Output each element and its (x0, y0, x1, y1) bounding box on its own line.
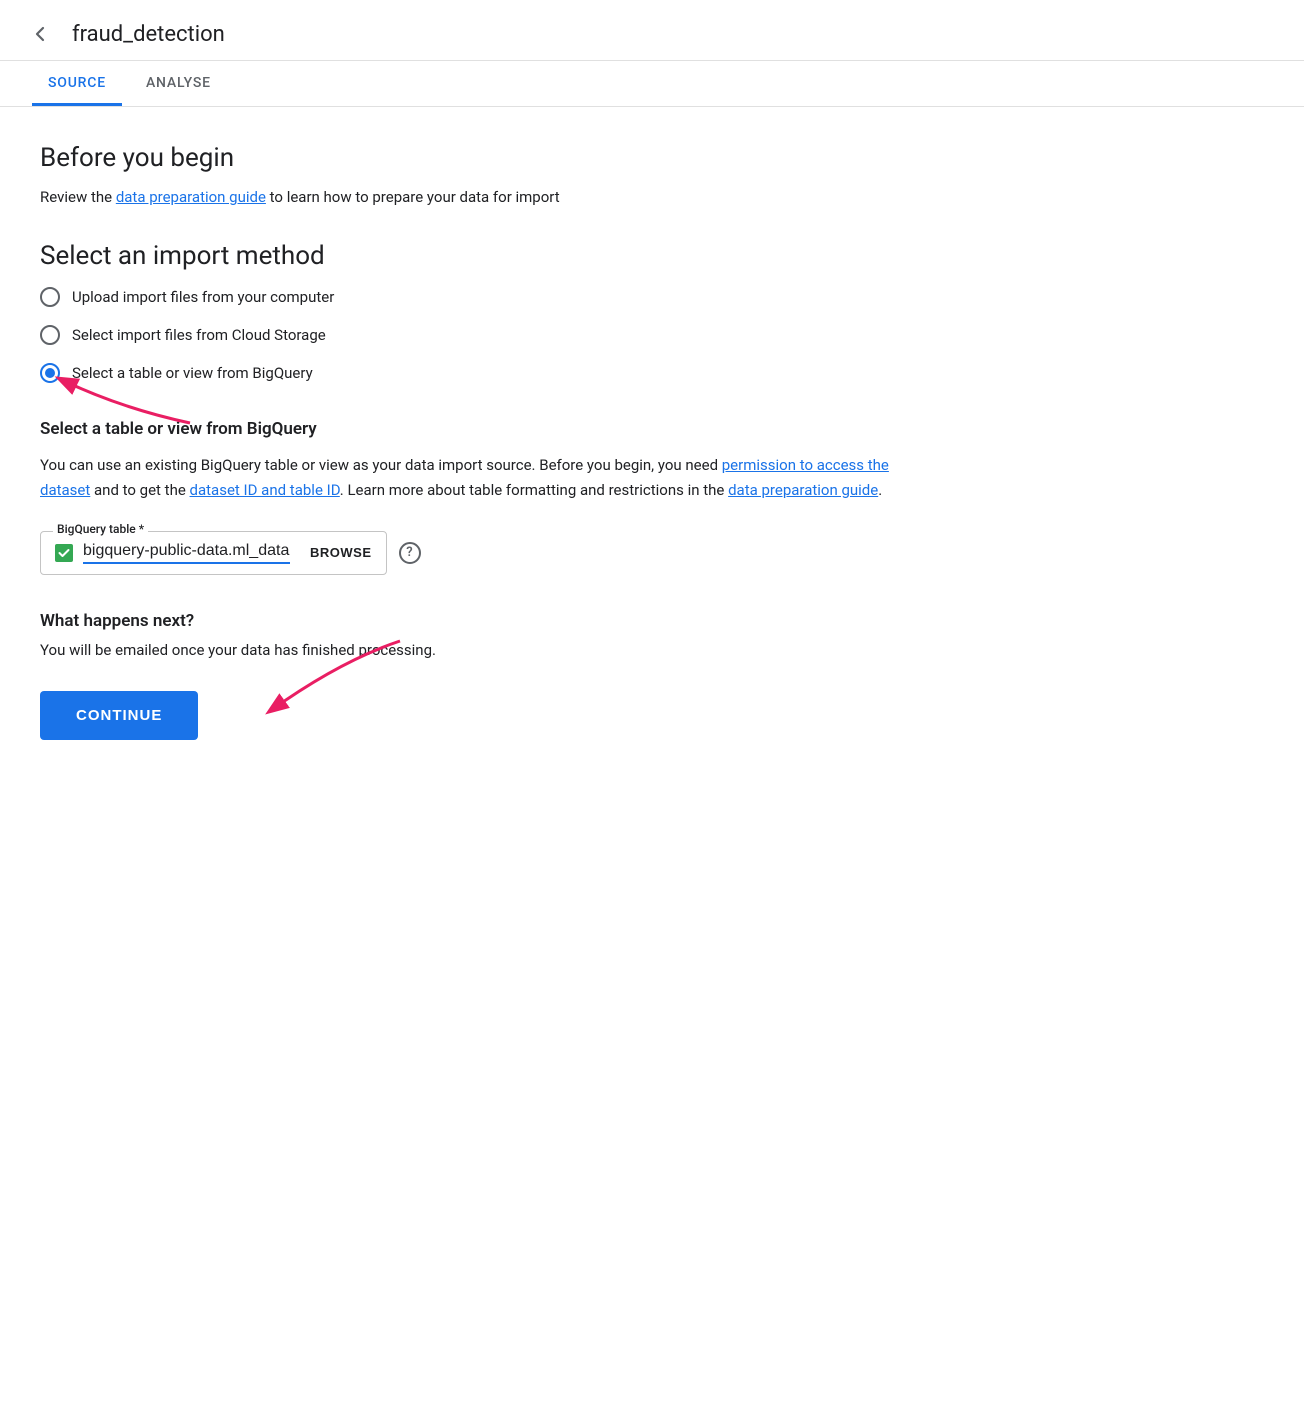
radio-cloud[interactable]: Select import files from Cloud Storage (40, 325, 920, 345)
import-method-section: Select an import method Upload import fi… (40, 241, 920, 383)
what-next-title: What happens next? (40, 611, 920, 631)
dataset-id-link[interactable]: dataset ID and table ID (190, 481, 340, 499)
bigquery-input-row: BigQuery table * BROWSE ? (40, 531, 920, 575)
continue-area: CONTINUE (40, 691, 198, 740)
data-prep-guide-link-top[interactable]: data preparation guide (116, 188, 266, 206)
checkmark-icon (58, 547, 70, 559)
main-content: Before you begin Review the data prepara… (0, 107, 960, 800)
what-next-section: What happens next? You will be emailed o… (40, 611, 920, 740)
page-title: fraud_detection (72, 22, 225, 47)
what-next-text: You will be emailed once your data has f… (40, 641, 920, 659)
data-prep-guide-link-bottom[interactable]: data preparation guide (728, 481, 878, 499)
tabs-container: SOURCE ANALYSE (0, 61, 1304, 107)
back-button[interactable] (24, 18, 56, 50)
browse-button[interactable]: BROWSE (310, 545, 372, 560)
radio-cloud-label: Select import files from Cloud Storage (72, 326, 326, 344)
before-begin-section: Before you begin Review the data prepara… (40, 143, 920, 209)
tab-analyse[interactable]: ANALYSE (130, 61, 227, 106)
bigquery-table-input[interactable] (83, 542, 290, 564)
radio-upload-label: Upload import files from your computer (72, 288, 334, 306)
header: fraud_detection (0, 0, 1304, 61)
import-method-title: Select an import method (40, 241, 920, 271)
checkbox-green-icon (55, 544, 73, 562)
continue-button[interactable]: CONTINUE (40, 691, 198, 740)
bigquery-section-title: Select a table or view from BigQuery (40, 419, 920, 439)
radio-bigquery-input[interactable] (40, 363, 60, 383)
before-begin-title: Before you begin (40, 143, 920, 173)
bigquery-section: Select a table or view from BigQuery You… (40, 419, 920, 575)
radio-group: Upload import files from your computer S… (40, 287, 920, 383)
radio-upload-input[interactable] (40, 287, 60, 307)
radio-bigquery-inner (45, 368, 55, 378)
back-icon (28, 22, 52, 46)
radio-bigquery-area: Select a table or view from BigQuery (40, 363, 920, 383)
tab-source[interactable]: SOURCE (32, 61, 122, 106)
radio-bigquery-label: Select a table or view from BigQuery (72, 364, 313, 382)
help-icon[interactable]: ? (399, 542, 421, 564)
radio-bigquery[interactable]: Select a table or view from BigQuery (40, 363, 920, 383)
bigquery-body-text: You can use an existing BigQuery table o… (40, 453, 920, 503)
bigquery-input-container: BigQuery table * BROWSE (40, 531, 387, 575)
radio-upload[interactable]: Upload import files from your computer (40, 287, 920, 307)
before-begin-text: Review the data preparation guide to lea… (40, 185, 920, 209)
bigquery-input-label: BigQuery table * (53, 522, 148, 536)
radio-cloud-input[interactable] (40, 325, 60, 345)
